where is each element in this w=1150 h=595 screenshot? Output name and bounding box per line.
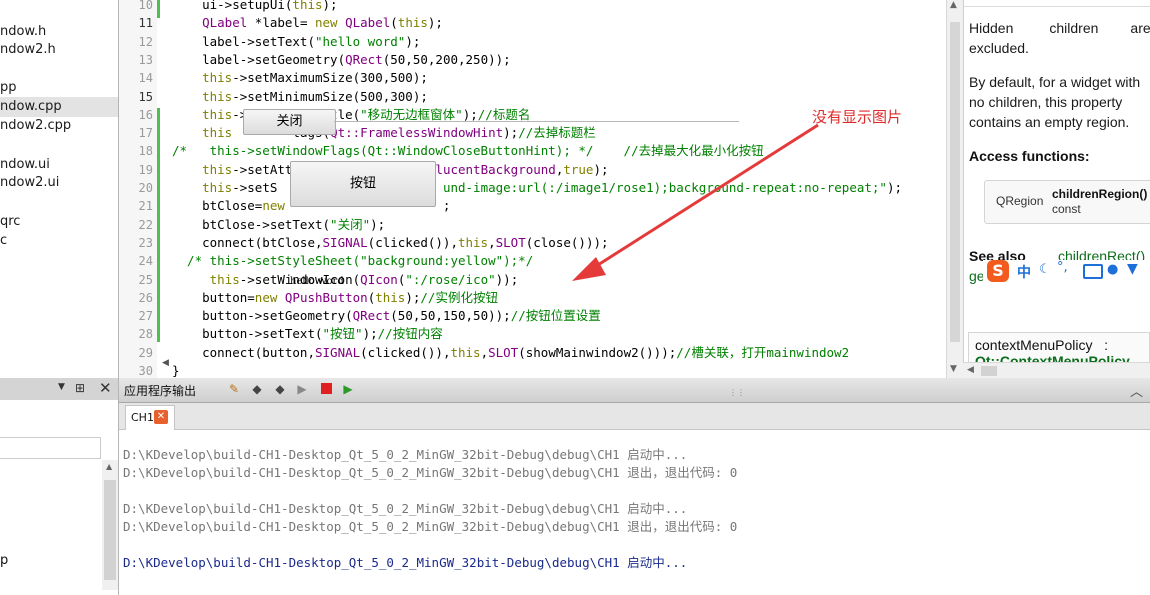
signature-box: QRegion childrenRegion() const — [984, 180, 1150, 224]
next-icon[interactable]: ◆ — [273, 382, 287, 396]
skin-icon[interactable]: ▼ — [1127, 261, 1138, 277]
context-heading: contextMenuPolicy : — [975, 337, 1109, 353]
ime-mode-label[interactable]: 中 — [1017, 262, 1031, 282]
output-toolbar: 应用程序输出 ✎ ◆ ◆ ▶ ▶ ⋮⋮ ︿ — [119, 378, 1150, 403]
bottom-left-item[interactable]: p — [0, 553, 8, 568]
help-word: are — [1130, 20, 1150, 36]
help-word: children — [1049, 20, 1099, 36]
sogou-logo-icon[interactable]: S — [987, 260, 1009, 282]
output-line: D:\KDevelop\build-CH1-Desktop_Qt_5_0_2_M… — [123, 555, 688, 570]
bottom-left-scroll-thumb[interactable] — [104, 480, 116, 580]
output-line: D:\KDevelop\build-CH1-Desktop_Qt_5_0_2_M… — [123, 447, 688, 462]
help-para-default: By default, for a widget with no childre… — [969, 74, 1141, 130]
help-top-strip — [964, 0, 1150, 7]
split-icon[interactable]: ⊞ — [75, 381, 85, 395]
application-output[interactable]: D:\KDevelop\build-CH1-Desktop_Qt_5_0_2_M… — [119, 430, 1150, 595]
output-line: D:\KDevelop\build-CH1-Desktop_Qt_5_0_2_M… — [123, 465, 738, 480]
tab-ch1-label: CH1 — [131, 411, 154, 424]
keyboard-icon[interactable] — [1083, 264, 1103, 279]
help-word: Hidden — [969, 20, 1014, 36]
clear-output-icon[interactable]: ✎ — [227, 382, 241, 396]
signature-name: childrenRegion() — [1052, 187, 1148, 201]
grip-icon: ⋮⋮ — [729, 388, 745, 397]
previous-icon[interactable]: ◆ — [250, 382, 264, 396]
bottom-left-panel-header: ▼ ⊞ ✕ — [0, 378, 118, 401]
punctuation-icon[interactable]: °, — [1057, 260, 1068, 275]
output-line: D:\KDevelop\build-CH1-Desktop_Qt_5_0_2_M… — [123, 519, 738, 534]
output-line: D:\KDevelop\build-CH1-Desktop_Qt_5_0_2_M… — [123, 501, 688, 516]
stop-icon[interactable] — [319, 382, 333, 396]
signature-type[interactable]: QRegion — [996, 194, 1043, 208]
run-icon[interactable]: ▶ — [295, 382, 309, 396]
bottom-left-panel: ▲ p — [0, 400, 118, 595]
annotation-text: 没有显示图片 — [812, 108, 903, 126]
close-tab-icon[interactable]: ✕ — [154, 410, 168, 424]
collapse-panel-icon[interactable]: ︿ — [1130, 381, 1143, 400]
output-title: 应用程序输出 — [124, 384, 197, 398]
signature-qualifier: const — [1052, 202, 1081, 216]
filter-row[interactable] — [0, 437, 101, 459]
tab-ch1[interactable]: CH1 ✕ — [125, 405, 175, 430]
help-scroll-thumb[interactable] — [981, 366, 997, 376]
close-panel-icon[interactable]: ✕ — [99, 379, 112, 397]
output-tab-bar: CH1 ✕ — [119, 403, 1150, 430]
bottom-left-scrollbar[interactable]: ▲ — [102, 460, 118, 590]
help-panel: Hidden children are excluded. By default, … — [963, 0, 1150, 378]
ime-toolbar: S 中 ☾ °, ● ▼ — [983, 260, 1150, 284]
dropdown-icon[interactable]: ▼ — [58, 382, 65, 392]
scroll-left-icon[interactable]: ◀ — [967, 365, 974, 375]
scroll-up-icon[interactable]: ▲ — [106, 462, 112, 471]
access-functions-heading: Access functions: — [969, 148, 1090, 164]
debug-run-icon[interactable]: ▶ — [341, 382, 355, 396]
help-para-hidden: Hidden children are excluded. — [969, 18, 1150, 58]
help-horizontal-scrollbar[interactable]: ◀ — [963, 362, 1150, 379]
moon-icon[interactable]: ☾ — [1039, 262, 1051, 277]
user-icon[interactable]: ● — [1107, 262, 1118, 277]
help-word: excluded. — [969, 40, 1029, 56]
